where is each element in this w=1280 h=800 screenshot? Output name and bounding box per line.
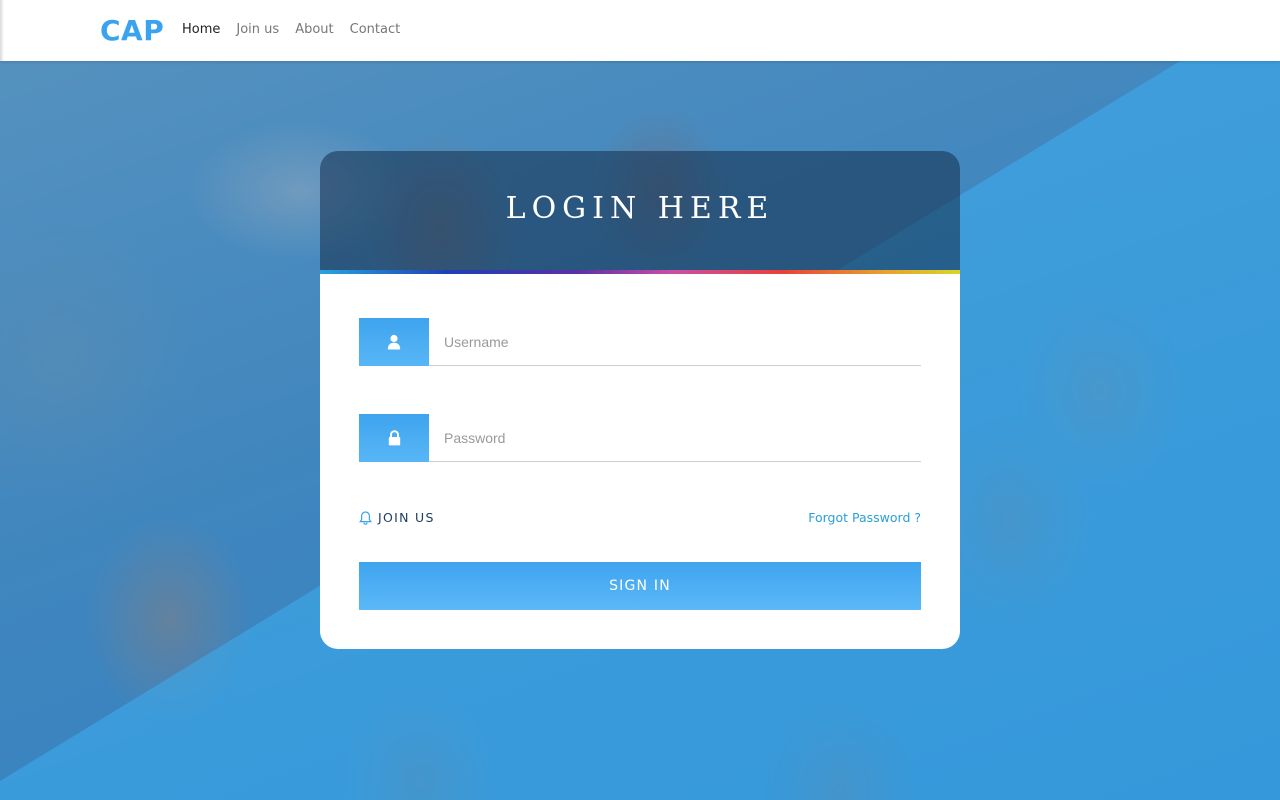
- bell-icon: [359, 510, 372, 525]
- login-card: LOGIN HERE Username JOIN US Forgot Passw…: [320, 151, 960, 649]
- username-input[interactable]: [429, 318, 921, 365]
- join-us-label: JOIN US: [378, 510, 435, 525]
- top-navbar: CAP Home Join us About Contact: [0, 0, 1280, 61]
- nav-item-about[interactable]: About: [295, 22, 333, 37]
- main-nav: Home Join us About Contact: [182, 22, 416, 37]
- username-field: [359, 318, 921, 366]
- brand-logo[interactable]: CAP: [100, 14, 164, 47]
- login-title: LOGIN HERE: [505, 191, 775, 226]
- username-icon-box: [359, 318, 429, 366]
- login-card-header: LOGIN HERE: [320, 151, 960, 270]
- password-field: [359, 414, 921, 462]
- nav-item-contact[interactable]: Contact: [350, 22, 401, 37]
- user-icon: [387, 334, 401, 350]
- login-form: JOIN US Forgot Password ? SIGN IN: [320, 274, 960, 649]
- nav-item-join-us[interactable]: Join us: [236, 22, 279, 37]
- lock-icon: [388, 430, 400, 446]
- sign-in-button[interactable]: SIGN IN: [359, 562, 921, 610]
- nav-item-home[interactable]: Home: [182, 22, 220, 37]
- join-us-link[interactable]: JOIN US: [359, 510, 435, 525]
- password-icon-box: [359, 414, 429, 462]
- navbar-edge: [0, 0, 4, 61]
- forgot-password-link[interactable]: Forgot Password ?: [808, 510, 921, 525]
- password-input[interactable]: [429, 414, 921, 461]
